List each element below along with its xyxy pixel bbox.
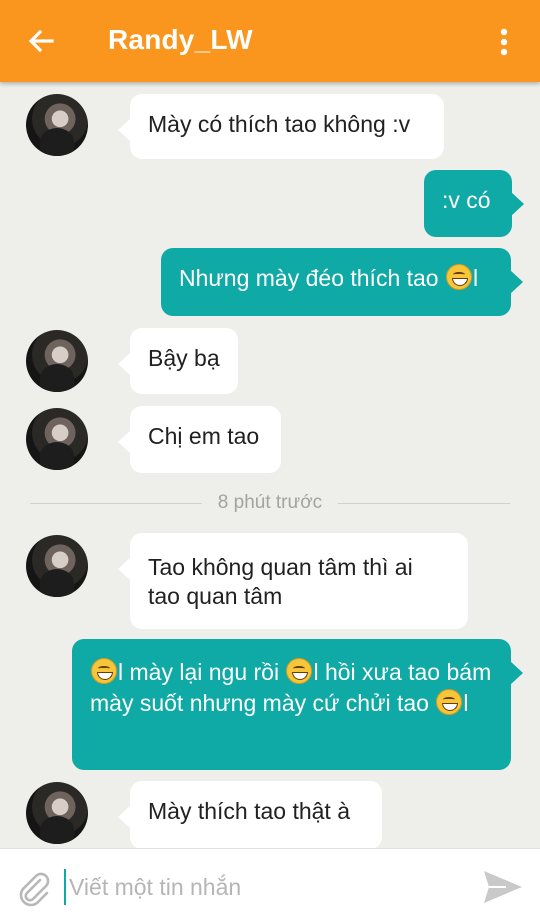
message-text: l (463, 690, 469, 716)
grinning-emoji-icon (286, 658, 313, 684)
avatar[interactable] (26, 94, 88, 156)
avatar[interactable] (26, 782, 88, 844)
grinning-emoji-icon (436, 689, 463, 715)
avatar[interactable] (26, 330, 88, 392)
paperclip-icon[interactable] (14, 868, 54, 908)
message-bubble-outgoing[interactable]: :v có (424, 170, 524, 237)
avatar[interactable] (26, 535, 88, 597)
arrow-left-icon[interactable] (22, 21, 62, 61)
message-bubble-outgoing[interactable]: l mày lại ngu rồi l hồi xưa tao bám mày … (72, 639, 523, 770)
message-text: Nhưng mày đéo thích tao (179, 265, 439, 291)
message-bubble-incoming[interactable]: Chị em tao (118, 406, 281, 473)
message-input[interactable] (64, 869, 461, 905)
message-bubble-outgoing[interactable]: Nhưng mày đéo thích tao l (161, 248, 523, 316)
message-text: Mày có thích tao không :v (148, 111, 411, 137)
grinning-emoji-icon (91, 658, 117, 684)
more-vertical-icon[interactable] (490, 22, 518, 62)
message-bubble-incoming[interactable]: Bậy bạ (118, 328, 238, 394)
message-composer (0, 848, 540, 924)
grinning-emoji-icon (446, 264, 472, 290)
avatar[interactable] (26, 408, 88, 470)
message-text: :v có (442, 187, 491, 213)
time-divider: 8 phút trước (30, 492, 510, 516)
message-text: Chị em tao (148, 423, 260, 449)
send-icon[interactable] (480, 867, 524, 907)
message-text: l (473, 265, 479, 291)
message-text: Bậy bạ (148, 345, 220, 371)
divider-label: 8 phút trước (201, 492, 339, 513)
message-bubble-incoming[interactable]: Mày có thích tao không :v (118, 94, 444, 159)
message-text: Tao không quan tâm thì ai tao quan tâm (148, 554, 413, 609)
message-text: Mày thích tao thật à (148, 798, 351, 824)
message-bubble-incoming[interactable]: Tao không quan tâm thì ai tao quan tâm (118, 533, 468, 629)
chat-title: Randy_LW (108, 24, 253, 55)
app-bar: Randy_LW (0, 0, 540, 82)
message-bubble-incoming[interactable]: Mày thích tao thật à (118, 781, 382, 849)
message-text: l mày lại ngu rồi (118, 659, 286, 685)
